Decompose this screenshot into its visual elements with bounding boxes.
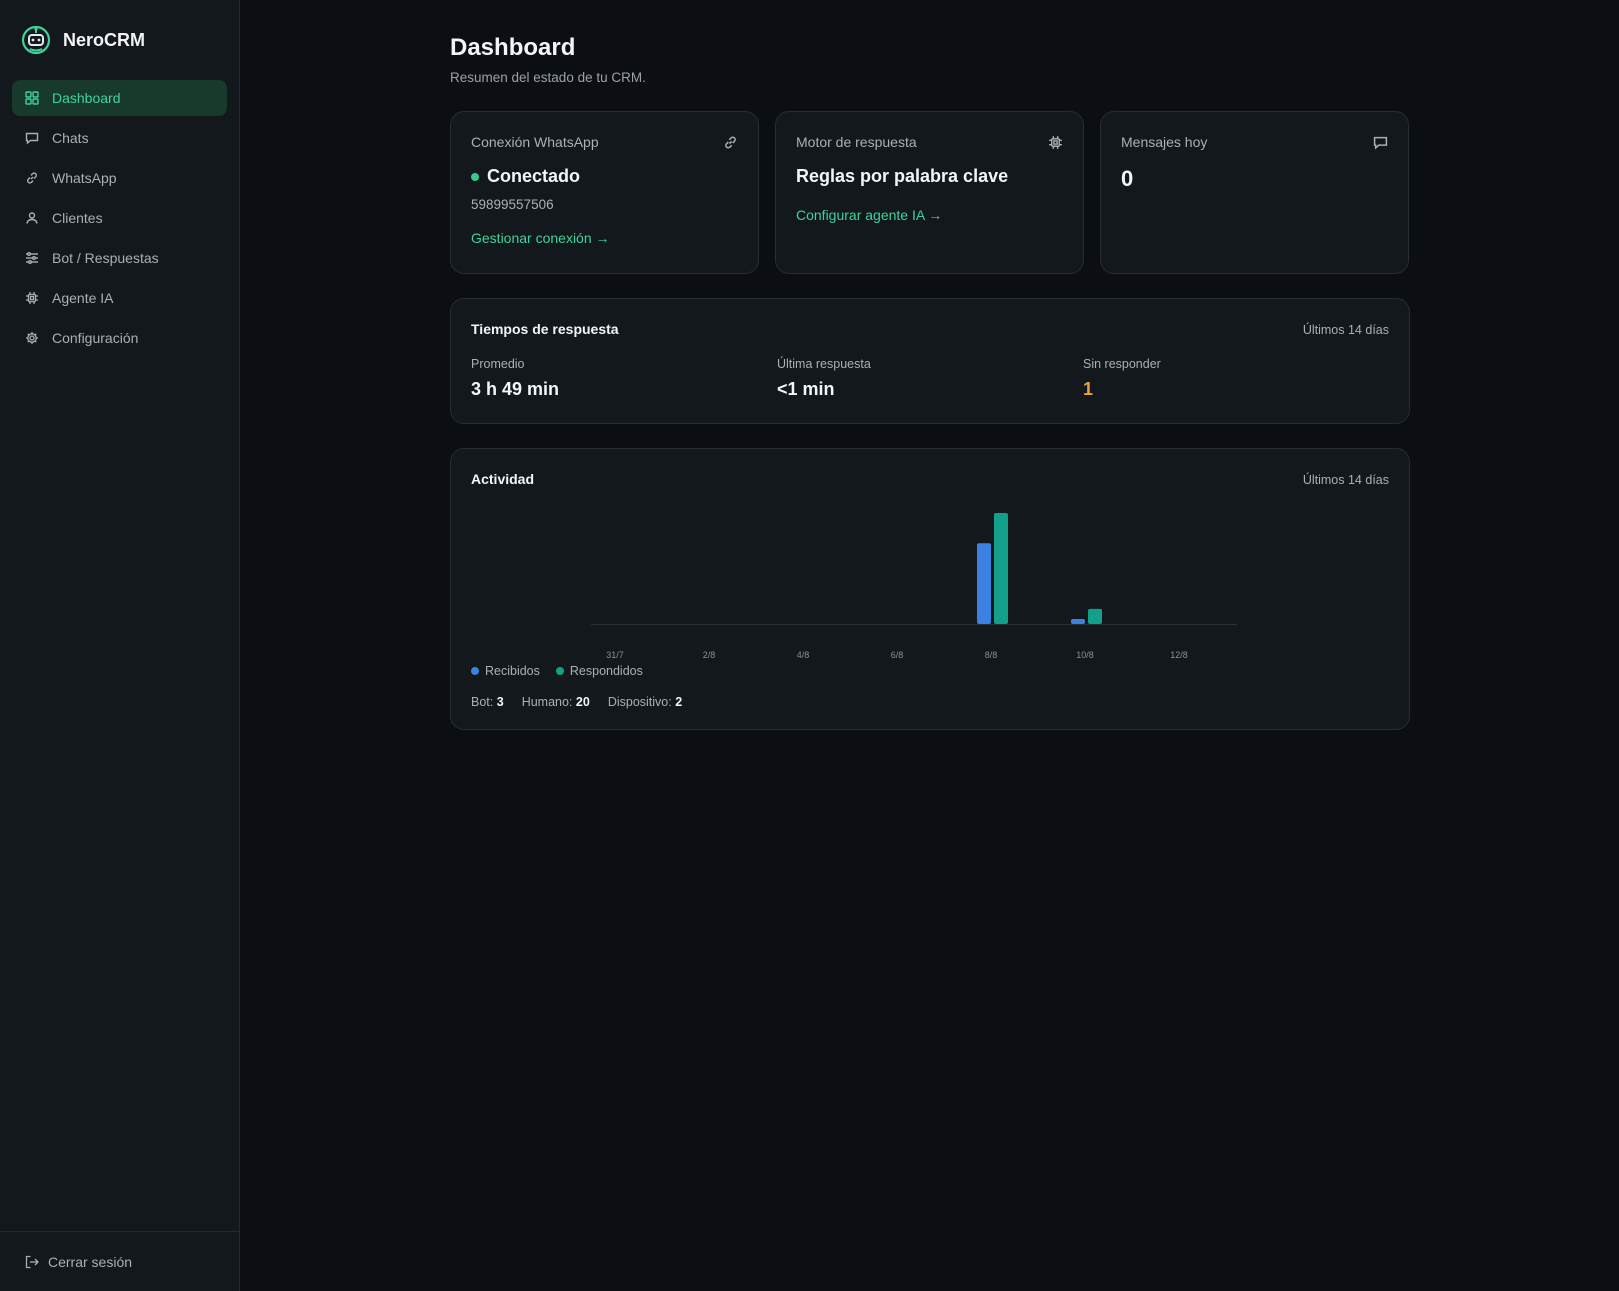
card-label: Motor de respuesta xyxy=(796,134,917,150)
x-tick-label: 4/8 xyxy=(797,650,810,660)
logout-icon xyxy=(25,1255,39,1268)
whatsapp-connection-card: Conexión WhatsApp Conectado 59899557506 … xyxy=(450,111,759,274)
chat-icon xyxy=(25,131,39,145)
link-icon xyxy=(723,135,738,150)
sidebar-item-label: Agente IA xyxy=(52,290,114,306)
date-range: Últimos 14 días xyxy=(1302,473,1389,487)
page-subtitle: Resumen del estado de tu CRM. xyxy=(450,70,646,85)
metric-value: 3 h 49 min xyxy=(471,379,560,399)
count-human: Humano: 20 xyxy=(522,695,590,709)
bar-respondidos-10-8[interactable] xyxy=(1088,608,1102,624)
count-label: Dispositivo: xyxy=(607,695,672,709)
panel-title: Tiempos de respuesta xyxy=(471,321,619,337)
link-icon xyxy=(25,171,39,185)
count-label: Bot: xyxy=(471,695,494,709)
x-tick-label: 2/8 xyxy=(703,650,716,660)
sidebar-footer: Cerrar sesión xyxy=(0,1231,239,1291)
count-device: Dispositivo: 2 xyxy=(608,695,682,709)
metric-unanswered: Sin responder 1 xyxy=(1083,357,1389,400)
sidebar-item-whatsapp[interactable]: WhatsApp xyxy=(12,160,227,196)
messages-count: 0 xyxy=(1121,166,1134,191)
metric-label: Sin responder xyxy=(1083,357,1161,371)
page-title: Dashboard xyxy=(450,34,576,61)
sidebar: NeroCRM Dashboard Chats WhatsApp Cliente… xyxy=(0,0,240,1291)
metric-label: Última respuesta xyxy=(777,357,871,371)
app-root: NeroCRM Dashboard Chats WhatsApp Cliente… xyxy=(0,0,1619,1291)
card-label: Mensajes hoy xyxy=(1121,134,1208,150)
panel-title: Actividad xyxy=(471,471,535,487)
messages-today-card: Mensajes hoy 0 xyxy=(1100,111,1409,274)
robot-icon xyxy=(21,25,51,55)
x-tick-label: 12/8 xyxy=(1170,650,1188,660)
x-tick-label: 6/8 xyxy=(891,650,904,660)
date-range: Últimos 14 días xyxy=(1302,323,1389,337)
activity-panel: Actividad Últimos 14 días 31/7 2/8 4/8 6/8 8… xyxy=(450,448,1410,730)
sliders-icon xyxy=(25,251,39,265)
count-bot: Bot: 3 xyxy=(471,695,504,709)
sidebar-item-label: Bot / Respuestas xyxy=(52,250,159,266)
metric-average: Promedio 3 h 49 min xyxy=(471,357,777,400)
count-label: Humano: xyxy=(521,695,573,709)
bar-recibidos-10-8[interactable] xyxy=(1071,618,1085,624)
connection-status: Conectado xyxy=(471,166,738,187)
sidebar-item-agente-ia[interactable]: Agente IA xyxy=(12,280,227,316)
metric-value: 1 xyxy=(1083,379,1094,399)
status-dot xyxy=(471,172,479,181)
chip-icon xyxy=(25,291,39,305)
legend-label: Recibidos xyxy=(485,664,540,678)
metric-last-response: Última respuesta <1 min xyxy=(777,357,1083,400)
sidebar-item-label: Configuración xyxy=(52,330,139,346)
chip-icon xyxy=(1048,135,1063,150)
status-text: Conectado xyxy=(487,166,581,186)
response-times-panel: Tiempos de respuesta Últimos 14 días Pro… xyxy=(450,298,1410,424)
brand-name: NeroCRM xyxy=(63,29,146,50)
legend-item-recibidos: Recibidos xyxy=(471,664,540,678)
sidebar-item-clientes[interactable]: Clientes xyxy=(12,200,227,236)
card-label: Conexión WhatsApp xyxy=(471,134,599,150)
sidebar-item-dashboard[interactable]: Dashboard xyxy=(12,80,227,116)
count-value: 3 xyxy=(496,695,504,709)
manage-connection-link[interactable]: Gestionar conexión → xyxy=(471,230,610,246)
engine-value: Reglas por palabra clave xyxy=(796,166,1009,186)
chart-legend: Recibidos Respondidos xyxy=(471,664,659,678)
sidebar-item-label: Clientes xyxy=(52,210,103,226)
metric-value: <1 min xyxy=(777,379,835,399)
response-engine-card: Motor de respuesta Reglas por palabra cl… xyxy=(775,111,1084,274)
activity-chart: 31/7 2/8 4/8 6/8 8/8 10/8 12/8 xyxy=(451,505,1409,665)
sidebar-item-bot-respuestas[interactable]: Bot / Respuestas xyxy=(12,240,227,276)
main-content: Dashboard Resumen del estado de tu CRM. … xyxy=(240,0,1619,1291)
user-icon xyxy=(25,211,39,225)
legend-label: Respondidos xyxy=(569,664,643,678)
stat-cards: Conexión WhatsApp Conectado 59899557506 … xyxy=(450,111,1410,274)
configure-ai-agent-link[interactable]: Configurar agente IA → xyxy=(796,207,942,223)
phone-number: 59899557506 xyxy=(471,197,554,212)
count-value: 20 xyxy=(575,695,590,709)
activity-chart-svg: 31/7 2/8 4/8 6/8 8/8 10/8 12/8 xyxy=(591,513,1237,660)
grid-icon xyxy=(25,91,39,105)
x-tick-label: 31/7 xyxy=(606,650,624,660)
metric-label: Promedio xyxy=(471,357,525,371)
count-value: 2 xyxy=(675,695,683,709)
response-metrics: Promedio 3 h 49 min Última respuesta <1 … xyxy=(471,357,1389,400)
gear-icon xyxy=(25,331,39,345)
legend-item-respondidos: Respondidos xyxy=(555,664,643,678)
bar-recibidos-8-8[interactable] xyxy=(977,543,991,624)
sidebar-item-label: Chats xyxy=(52,130,89,146)
x-tick-label: 10/8 xyxy=(1076,650,1094,660)
chat-icon xyxy=(1373,135,1388,150)
sidebar-item-configuracion[interactable]: Configuración xyxy=(12,320,227,356)
activity-counts: Bot: 3 Humano: 20 Dispositivo: 2 xyxy=(471,695,700,709)
sidebar-nav: Dashboard Chats WhatsApp Clientes Bot / … xyxy=(0,80,239,356)
sidebar-item-label: Dashboard xyxy=(52,90,121,106)
sidebar-item-chats[interactable]: Chats xyxy=(12,120,227,156)
sidebar-item-label: WhatsApp xyxy=(52,170,117,186)
legend-dot xyxy=(555,667,564,675)
x-tick-label: 8/8 xyxy=(985,650,998,660)
bar-respondidos-8-8[interactable] xyxy=(994,513,1008,624)
logout-button[interactable]: Cerrar sesión xyxy=(25,1254,132,1270)
legend-dot xyxy=(471,667,479,675)
logout-label: Cerrar sesión xyxy=(48,1253,133,1270)
brand[interactable]: NeroCRM xyxy=(0,0,239,80)
